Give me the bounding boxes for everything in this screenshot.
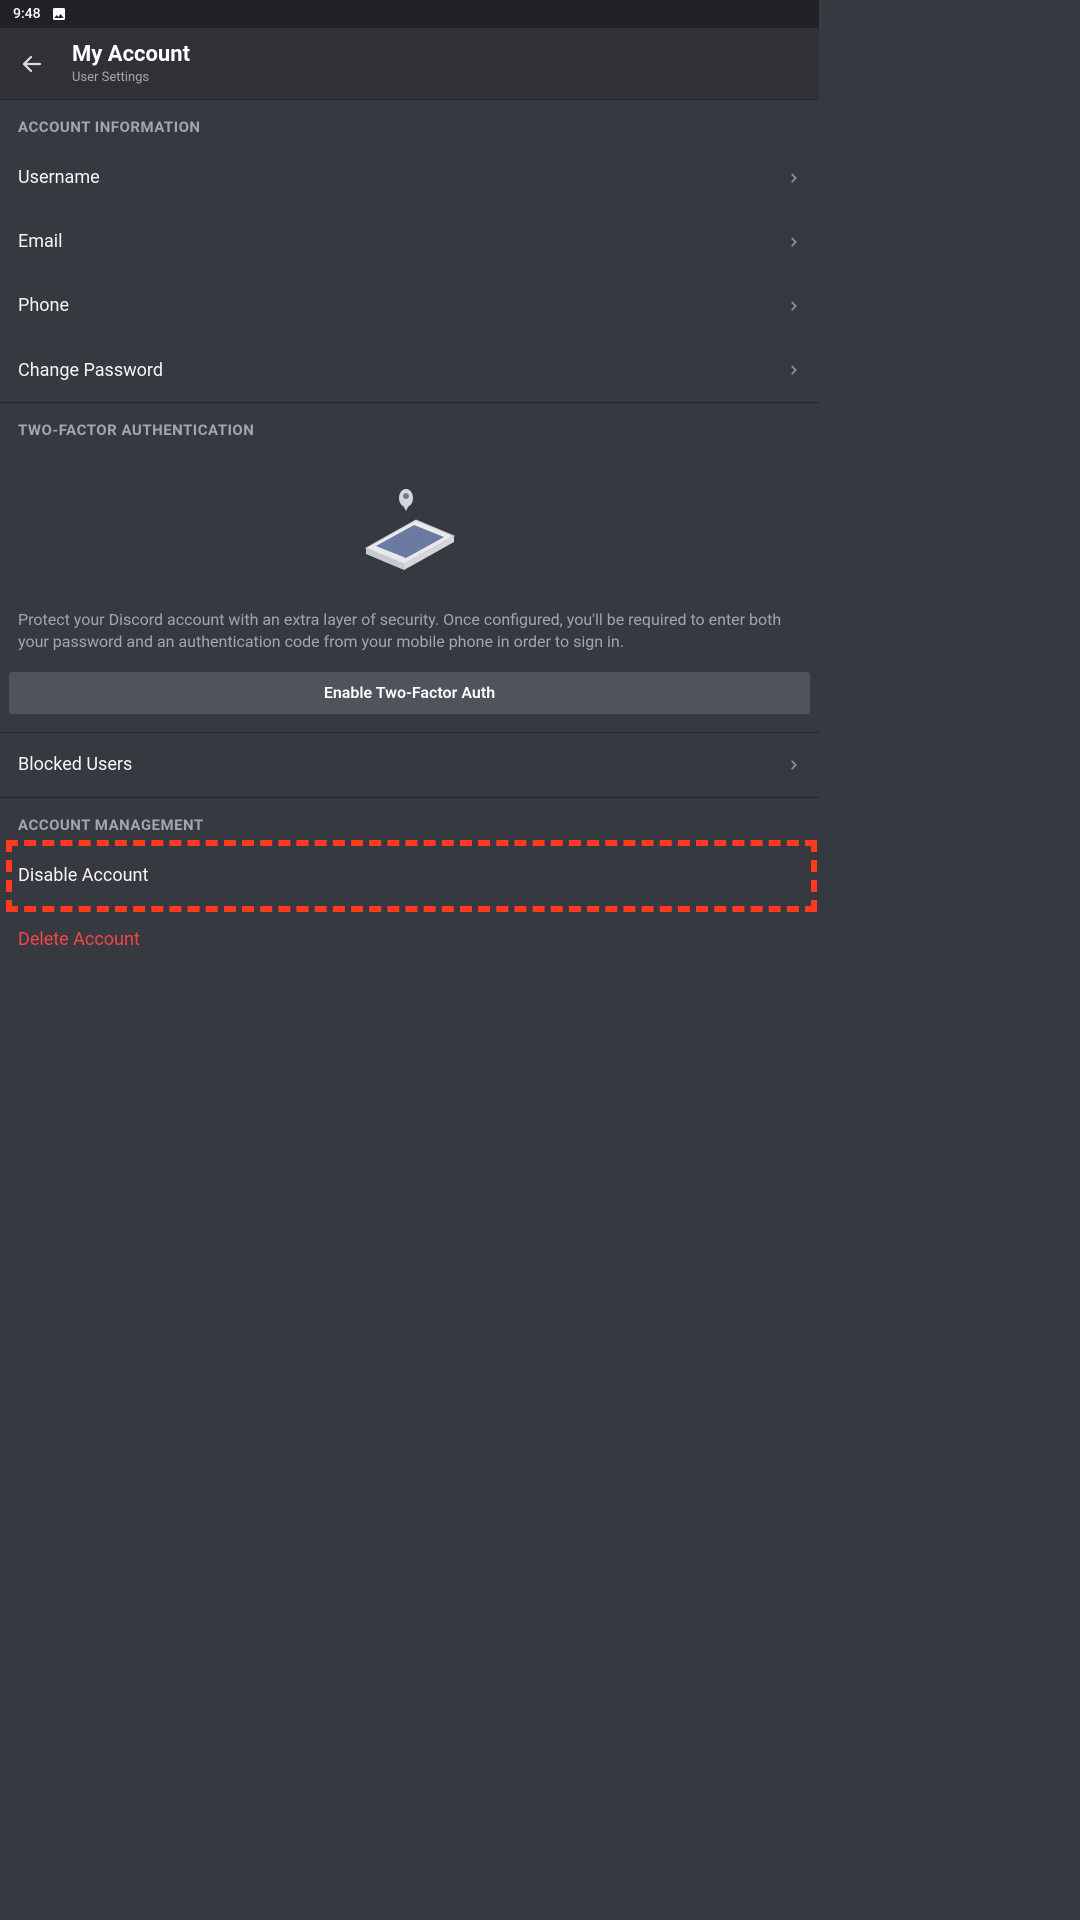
chevron-right-icon — [787, 171, 801, 185]
chevron-right-icon — [787, 758, 801, 772]
row-delete-account[interactable]: Delete Account — [0, 908, 819, 972]
row-change-password-label: Change Password — [18, 360, 163, 381]
section-label-tfa: TWO-FACTOR AUTHENTICATION — [0, 403, 819, 449]
row-disable-account[interactable]: Disable Account — [0, 844, 819, 908]
row-blocked-users-label: Blocked Users — [18, 754, 132, 775]
row-email[interactable]: Email — [0, 210, 819, 274]
status-bar: 9:48 — [0, 0, 819, 28]
page-title: My Account — [72, 42, 190, 67]
chevron-right-icon — [787, 235, 801, 249]
image-icon — [51, 6, 67, 22]
status-time: 9:48 — [13, 6, 41, 22]
chevron-right-icon — [787, 299, 801, 313]
enable-tfa-button[interactable]: Enable Two-Factor Auth — [9, 672, 810, 714]
app-header: My Account User Settings — [0, 28, 819, 100]
back-arrow-icon[interactable] — [20, 52, 44, 76]
row-delete-account-label: Delete Account — [18, 929, 140, 950]
row-phone-label: Phone — [18, 295, 69, 316]
tfa-button-wrap: Enable Two-Factor Auth — [0, 672, 819, 732]
page-subtitle: User Settings — [72, 70, 190, 85]
highlight-annotation: Disable Account — [0, 844, 819, 908]
row-phone[interactable]: Phone — [0, 274, 819, 338]
row-username-label: Username — [18, 167, 100, 188]
row-email-label: Email — [18, 231, 63, 252]
chevron-right-icon — [787, 363, 801, 377]
row-blocked-users[interactable]: Blocked Users — [0, 733, 819, 797]
section-label-account-info: ACCOUNT INFORMATION — [0, 100, 819, 146]
tfa-description: Protect your Discord account with an ext… — [0, 605, 819, 672]
header-titles: My Account User Settings — [72, 42, 190, 84]
row-username[interactable]: Username — [0, 146, 819, 210]
row-disable-account-label: Disable Account — [18, 865, 148, 886]
section-label-account-management: ACCOUNT MANAGEMENT — [0, 798, 819, 844]
row-change-password[interactable]: Change Password — [0, 338, 819, 402]
phone-illustration-icon — [0, 455, 819, 605]
